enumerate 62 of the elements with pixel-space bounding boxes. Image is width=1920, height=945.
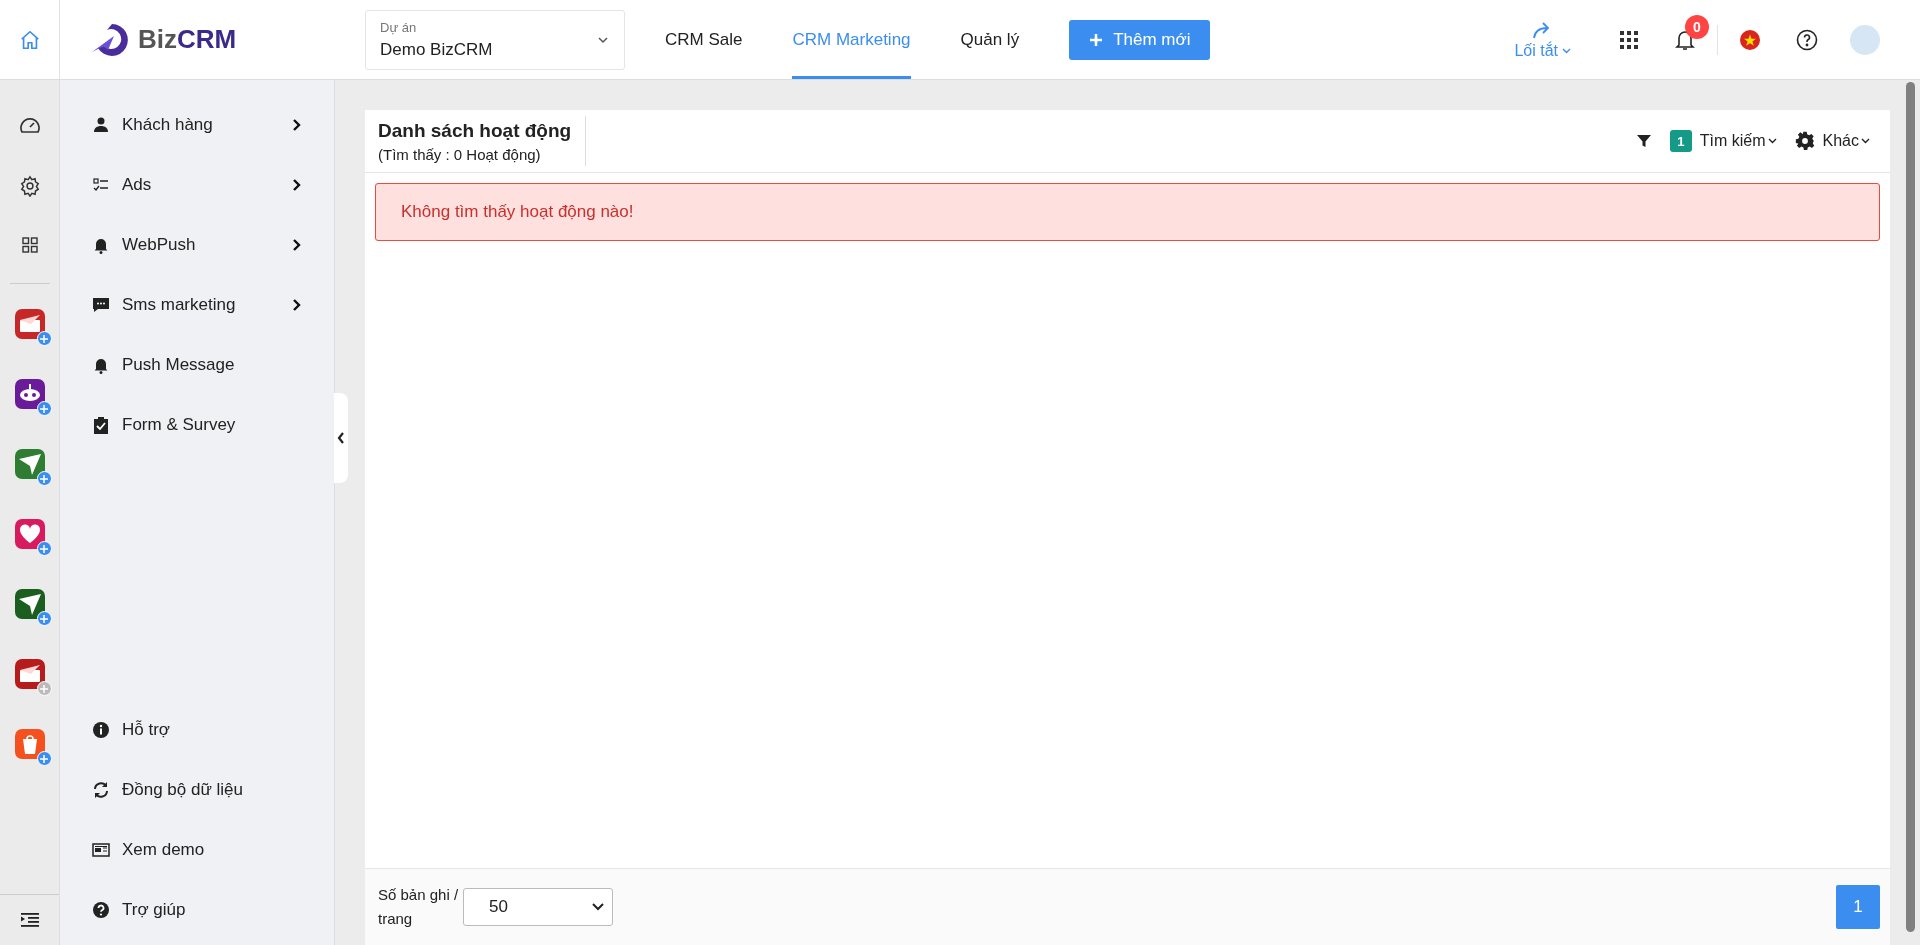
sidebar-item[interactable]: Đồng bộ dữ liệu	[60, 760, 334, 820]
settings-icon[interactable]	[1794, 131, 1815, 151]
chevron-right-icon	[292, 238, 302, 252]
sidebar-item[interactable]: Trợ giúp	[60, 880, 334, 940]
app-shortcut-icon[interactable]	[14, 379, 52, 416]
sidebar-item[interactable]: Khách hàng	[60, 95, 334, 155]
app-shortcut-icon[interactable]	[14, 589, 52, 626]
help-icon	[92, 901, 110, 919]
brand-logo: BizCRM	[138, 24, 237, 55]
notification-bell-icon[interactable]	[1675, 28, 1695, 51]
app-shortcut-icon[interactable]	[14, 519, 52, 556]
chevron-right-icon	[292, 118, 302, 132]
app-shortcut-icon[interactable]	[14, 659, 52, 696]
empty-result-alert: Không tìm thấy hoạt động nào!	[375, 183, 1880, 241]
collapse-sidebar-handle[interactable]	[334, 393, 348, 483]
chevron-down-icon	[1767, 138, 1777, 144]
nav-tab[interactable]: CRM Sale	[665, 0, 743, 79]
sidebar-item[interactable]: Xem demo	[60, 820, 334, 880]
info-icon	[92, 721, 110, 739]
settings-icon[interactable]	[18, 175, 41, 197]
dashboard-gauge-icon[interactable]	[18, 115, 41, 135]
bell-icon	[92, 356, 110, 374]
page-title: Danh sách hoạt động	[378, 119, 572, 142]
project-select[interactable]: Dự án Demo BizCRM	[365, 9, 625, 70]
nav-tab[interactable]: Quản lý	[960, 0, 1020, 79]
sync-icon	[92, 781, 110, 799]
page-size-label: Số bản ghi / trang	[378, 885, 460, 929]
sidebar-item[interactable]: Ads	[60, 155, 334, 215]
result-count-text: (Tìm thấy : 0 Hoạt động)	[378, 145, 542, 163]
bell-icon	[92, 236, 110, 254]
scrollbar-thumb[interactable]	[1905, 82, 1915, 932]
apps-grid-icon[interactable]	[1619, 29, 1639, 50]
chevron-left-icon	[337, 432, 345, 444]
filter-icon[interactable]	[1635, 133, 1652, 149]
sidebar-item[interactable]: WebPush	[60, 215, 334, 275]
home-icon[interactable]	[18, 28, 41, 51]
help-icon[interactable]	[1796, 28, 1818, 51]
chat-icon	[92, 296, 110, 314]
grid-icon[interactable]	[21, 237, 38, 253]
vietnam-flag-icon[interactable]	[1740, 29, 1760, 50]
notification-count-badge: 0	[1685, 14, 1709, 39]
chevron-down-icon	[1562, 47, 1571, 54]
chevron-down-icon	[592, 903, 604, 911]
page-size-select[interactable]: 50	[463, 888, 613, 926]
chevron-down-icon	[1861, 138, 1870, 144]
person-icon	[92, 116, 110, 134]
clipboard-icon	[92, 416, 110, 434]
news-icon	[92, 841, 110, 859]
sidebar-item[interactable]: Hỗ trợ	[60, 700, 334, 760]
expand-menu-icon[interactable]	[20, 912, 39, 928]
sidebar-item[interactable]: Form & Survey	[60, 395, 334, 455]
more-dropdown[interactable]: Khác	[1822, 132, 1870, 150]
sidebar-item[interactable]: Sms marketing	[60, 275, 334, 335]
app-shortcut-icon[interactable]	[14, 449, 52, 486]
app-shortcut-icon[interactable]	[14, 309, 52, 346]
chevron-right-icon	[292, 298, 302, 312]
plus-icon	[1089, 32, 1104, 47]
filter-count-badge: 1	[1669, 130, 1692, 152]
checklist-icon	[92, 176, 110, 194]
sidebar-item[interactable]: Push Message	[60, 335, 334, 395]
search-dropdown[interactable]: Tìm kiếm	[1699, 132, 1777, 150]
chevron-right-icon	[292, 178, 302, 192]
